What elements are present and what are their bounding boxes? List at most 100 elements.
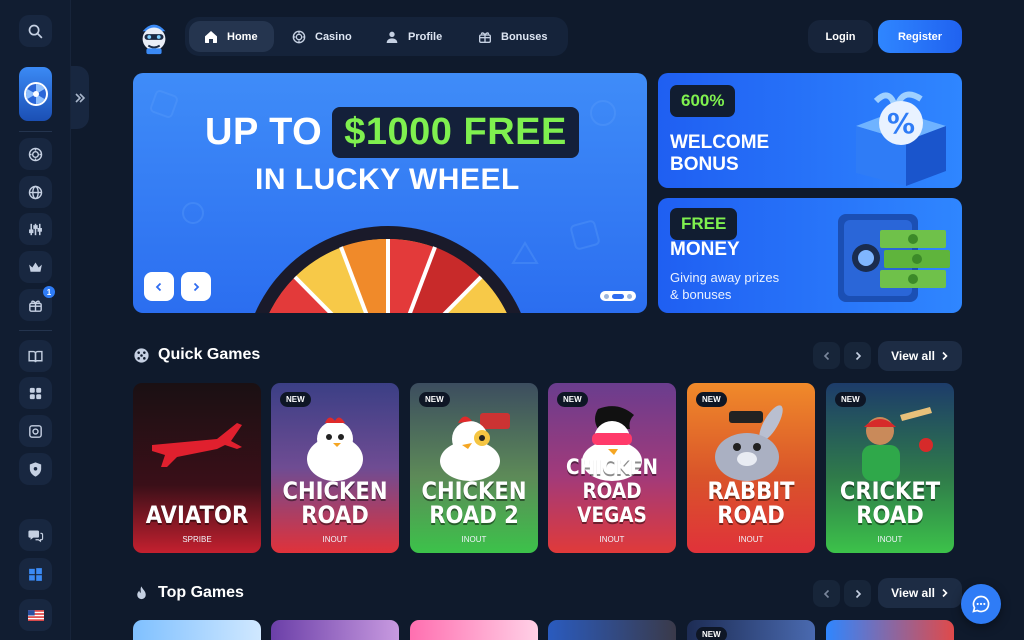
promo-tag: 600% <box>670 85 736 117</box>
quick-games-next-button[interactable] <box>844 342 871 369</box>
promo-title: WELCOME BONUS <box>670 132 770 175</box>
sidebar-divider <box>19 131 52 132</box>
hero-highlight: $1000 FREE <box>332 107 579 158</box>
game-card-chicken-road[interactable]: NEW CHICKEN ROAD INOUT <box>271 383 399 553</box>
sidebar-item-vip[interactable] <box>19 251 52 283</box>
sidebar-item-live[interactable] <box>19 213 52 245</box>
sidebar-item-games[interactable] <box>19 377 52 409</box>
nav-casino-label: Casino <box>315 30 352 43</box>
us-flag-icon <box>27 609 44 621</box>
airplane-icon <box>152 423 242 467</box>
game-provider: INOUT <box>461 535 487 544</box>
casino-chip-icon <box>292 30 306 43</box>
search-button[interactable] <box>19 15 52 47</box>
search-icon <box>28 24 43 38</box>
hero-prefix: UP TO <box>205 111 323 153</box>
game-card-chicken-road-vegas[interactable]: NEW CHICKEN ROAD VEGAS INOUT <box>548 383 676 553</box>
promo-welcome-bonus[interactable]: 600% WELCOME BONUS % <box>658 73 962 188</box>
top-games-label: Top Games <box>158 584 244 601</box>
chevron-left-icon <box>823 351 829 360</box>
section-title-top-games: Top Games <box>133 584 244 602</box>
cricket-player-icon <box>862 407 933 481</box>
lucky-wheel-button[interactable] <box>19 67 52 121</box>
game-card-rabbit-road[interactable]: NEW RABBIT ROAD INOUT <box>687 383 815 553</box>
top-game-card[interactable] <box>410 620 538 640</box>
quick-games-view-all[interactable]: View all <box>878 341 962 371</box>
new-badge: NEW <box>696 627 727 640</box>
nav-bonuses[interactable]: Bonuses <box>463 21 561 52</box>
game-card-chicken-road-2[interactable]: NEW CHICKEN ROAD 2 INOUT <box>410 383 538 553</box>
top-game-card[interactable] <box>133 620 261 640</box>
chat-icon <box>972 595 990 613</box>
sidebar-expand-button[interactable] <box>71 66 89 129</box>
rabbit-icon <box>715 405 783 481</box>
top-games-prev-button[interactable] <box>813 580 840 607</box>
nav-casino[interactable]: Casino <box>277 21 366 52</box>
game-provider: INOUT <box>599 535 625 544</box>
top-game-card[interactable] <box>826 620 954 640</box>
new-badge: NEW <box>419 392 450 407</box>
top-game-card[interactable]: NEW <box>687 620 815 640</box>
chevron-left-icon <box>823 589 829 598</box>
hero-next-button[interactable] <box>181 272 211 301</box>
gift-icon <box>479 31 491 43</box>
game-card-aviator[interactable]: AVIATOR SPRIBE <box>133 383 261 553</box>
top-games-view-all[interactable]: View all <box>878 578 962 608</box>
top-games-next-button[interactable] <box>844 580 871 607</box>
globe-icon <box>28 185 43 199</box>
sidebar-item-support[interactable] <box>19 519 52 551</box>
gift-icon <box>29 299 42 312</box>
sidebar-item-sports[interactable] <box>19 176 52 208</box>
quick-games-label: Quick Games <box>158 346 261 363</box>
sidebar: 1 <box>0 0 71 640</box>
register-button[interactable]: Register <box>878 20 962 53</box>
chevron-left-icon <box>155 282 162 291</box>
chevron-right-icon <box>942 588 948 598</box>
shield-icon <box>29 461 42 477</box>
sidebar-item-casino[interactable] <box>19 138 52 170</box>
live-chat-button[interactable] <box>961 584 1001 624</box>
hero-prev-button[interactable] <box>144 272 174 301</box>
chevron-right-icon <box>855 589 861 598</box>
hero-pagination[interactable] <box>600 291 636 301</box>
hero-headline: UP TO $1000 FREE <box>205 107 579 158</box>
nav-profile[interactable]: Profile <box>370 21 456 52</box>
pagination-dot[interactable] <box>604 293 609 299</box>
hero-banner[interactable]: UP TO $1000 FREE IN LUCKY WHEEL <box>133 73 647 313</box>
top-game-card[interactable] <box>271 620 399 640</box>
quick-games-prev-button[interactable] <box>813 342 840 369</box>
language-selector[interactable] <box>19 599 52 631</box>
nav-profile-label: Profile <box>408 30 443 43</box>
vault-icon <box>29 424 42 438</box>
main-nav: Home Casino Profile Bonuses <box>185 17 568 56</box>
pagination-dot-active[interactable] <box>612 293 624 299</box>
promo-free-money[interactable]: FREE MONEY Giving away prizes & bonuses <box>658 198 962 313</box>
chevron-right-icon <box>942 351 948 361</box>
sidebar-item-rules[interactable] <box>19 340 52 372</box>
money-safe-illustration <box>838 214 950 302</box>
login-button[interactable]: Login <box>808 20 873 53</box>
windows-app-button[interactable] <box>19 558 52 590</box>
game-provider: INOUT <box>738 535 764 544</box>
sidebar-item-gifts[interactable]: 1 <box>19 286 55 321</box>
view-all-label: View all <box>891 349 935 363</box>
windows-icon <box>29 567 42 581</box>
chevron-right-icon <box>855 351 861 360</box>
new-badge: NEW <box>280 392 311 407</box>
chat-bubbles-icon <box>28 530 44 542</box>
promo-subtitle: Giving away prizes & bonuses <box>670 270 780 302</box>
game-title: CHICKEN ROAD <box>282 477 388 529</box>
nav-home-label: Home <box>227 30 258 43</box>
nav-home[interactable]: Home <box>189 21 274 52</box>
site-logo[interactable] <box>135 18 173 56</box>
nav-bonuses-label: Bonuses <box>501 30 548 43</box>
top-game-card[interactable] <box>548 620 676 640</box>
game-title: CHICKEN ROAD 2 <box>421 477 527 529</box>
game-card-cricket-road[interactable]: NEW CRICKET ROAD INOUT <box>826 383 954 553</box>
sidebar-item-vault[interactable] <box>19 415 52 447</box>
crown-icon <box>29 262 42 272</box>
pagination-dot[interactable] <box>627 293 632 299</box>
svg-text:%: % <box>887 107 915 140</box>
mascot-logo-icon <box>142 24 166 55</box>
sidebar-item-security[interactable] <box>19 453 52 485</box>
